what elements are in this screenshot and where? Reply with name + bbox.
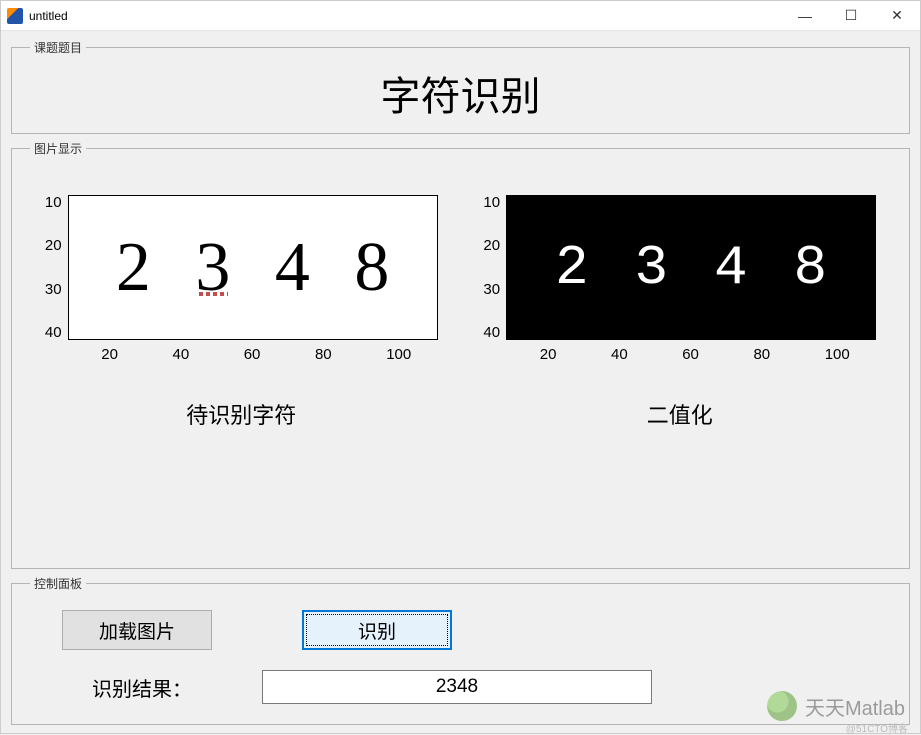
maximize-button[interactable]: ☐ bbox=[828, 1, 874, 30]
image-display-panel: 图片显示 10 20 30 40 2 3 4 bbox=[11, 140, 910, 569]
minimize-button[interactable]: — bbox=[782, 1, 828, 30]
window-title: untitled bbox=[29, 9, 68, 23]
y-ticks: 10 20 30 40 bbox=[45, 195, 62, 340]
recognize-button[interactable]: 识别 bbox=[302, 610, 452, 650]
button-row: 加载图片 识别 bbox=[22, 600, 899, 660]
page-title: 字符识别 bbox=[381, 64, 541, 122]
result-label: 识别结果： bbox=[62, 673, 222, 702]
watermark-sub: @51CTO博客 bbox=[846, 720, 908, 735]
titlebar[interactable]: untitled — ☐ ✕ bbox=[1, 1, 920, 31]
axes-original-label: 待识别字符 bbox=[186, 398, 296, 430]
control-panel: 控制面板 加载图片 识别 识别结果： 2348 bbox=[11, 575, 910, 725]
axes-binary-plot: 10 20 30 40 2 3 4 8 bbox=[483, 195, 876, 340]
image-panel-legend: 图片显示 bbox=[30, 140, 86, 157]
content-area: 课题题目 字符识别 图片显示 10 20 30 40 2 bbox=[1, 31, 920, 733]
window-controls: — ☐ ✕ bbox=[782, 1, 920, 30]
matlab-icon bbox=[7, 8, 23, 24]
axes-original: 10 20 30 40 2 3 4 8 20 bbox=[41, 195, 441, 430]
title-panel-legend: 课题题目 bbox=[30, 39, 86, 56]
app-window: untitled — ☐ ✕ 课题题目 字符识别 图片显示 10 20 30 bbox=[0, 0, 921, 734]
close-button[interactable]: ✕ bbox=[874, 1, 920, 30]
axes-binary-label: 二值化 bbox=[647, 398, 713, 430]
load-image-button[interactable]: 加载图片 bbox=[62, 610, 212, 650]
axes-binary: 10 20 30 40 2 3 4 8 20 bbox=[480, 195, 880, 430]
x-ticks: 20 40 60 80 100 bbox=[71, 346, 441, 363]
original-image: 2 3 4 8 bbox=[68, 195, 438, 340]
result-field[interactable]: 2348 bbox=[262, 670, 652, 704]
control-panel-legend: 控制面板 bbox=[30, 575, 86, 592]
x-ticks: 20 40 60 80 100 bbox=[510, 346, 880, 363]
axes-original-plot: 10 20 30 40 2 3 4 8 bbox=[45, 195, 438, 340]
y-ticks: 10 20 30 40 bbox=[483, 195, 500, 340]
title-panel: 课题题目 字符识别 bbox=[11, 39, 910, 134]
axes-row: 10 20 30 40 2 3 4 8 20 bbox=[22, 165, 899, 440]
binary-image: 2 3 4 8 bbox=[506, 195, 876, 340]
result-row: 识别结果： 2348 bbox=[22, 660, 899, 714]
